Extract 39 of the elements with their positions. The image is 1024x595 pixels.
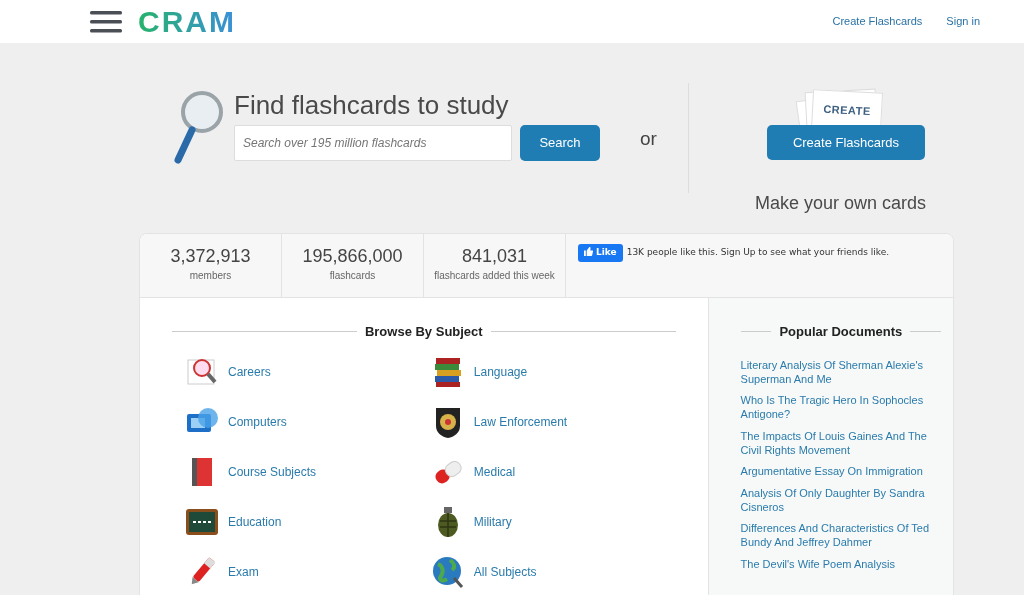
stat-label: members xyxy=(188,268,233,283)
search-field[interactable]: Search over 195 million flashcards xyxy=(234,125,512,162)
sign-up-link[interactable]: Sign Up xyxy=(720,247,756,257)
nav-link[interactable]: Sign in xyxy=(946,13,980,30)
subject-link[interactable]: Computers xyxy=(228,412,287,431)
subject-link[interactable]: Language xyxy=(473,362,528,381)
subject-link[interactable]: Medical xyxy=(473,462,516,481)
subject-link[interactable]: Military xyxy=(473,512,512,531)
document-link[interactable]: The Impacts Of Louis Gaines And The Civil Rights Movement xyxy=(740,428,941,458)
subject-link[interactable]: Exam xyxy=(228,562,259,581)
document-link[interactable]: Argumentative Essay On Immigration xyxy=(740,464,941,479)
document-link[interactable]: Differences And Characteristics Of Ted Bundy And Jeffrey Dahmer xyxy=(740,521,941,550)
stat-label: flashcards added this week xyxy=(433,268,556,283)
stat-value: 195,866,000 xyxy=(301,246,404,268)
section-title: Browse By Subject xyxy=(364,323,483,341)
search-button[interactable]: Search xyxy=(520,125,600,162)
like-count-text: 13K people like this. Sign Up to see what your friends like. xyxy=(626,246,890,259)
document-link[interactable]: Literary Analysis Of Sherman Alexie's Superman And Me xyxy=(740,357,941,387)
menu-icon[interactable] xyxy=(90,9,122,34)
create-flashcards-button[interactable]: Create Flashcards xyxy=(767,125,925,160)
magnifier-icon xyxy=(172,90,224,166)
stat-label: flashcards xyxy=(328,268,377,283)
subject-link[interactable]: All Subjects xyxy=(473,562,537,581)
section-title: Popular Documents xyxy=(779,323,903,341)
stat-value: 841,031 xyxy=(460,246,529,268)
stat-value: 3,372,913 xyxy=(169,246,252,268)
document-link[interactable]: The Devil's Wife Poem Analysis xyxy=(740,556,941,572)
tagline: Make your own cards xyxy=(755,192,928,215)
document-link[interactable]: Analysis Of Only Daughter By Sandra Cisneros xyxy=(740,485,941,515)
subject-link[interactable]: Education xyxy=(228,512,282,531)
document-link[interactable]: Who Is The Tragic Hero In Sophocles Antigone? xyxy=(740,393,941,422)
subject-link[interactable]: Law Enforcement xyxy=(473,412,568,431)
like-button[interactable]: Like xyxy=(578,244,623,262)
nav-link[interactable]: Create Flashcards xyxy=(832,13,923,30)
hero-title: Find flashcards to study xyxy=(234,90,510,122)
subject-link[interactable]: Course Subjects xyxy=(228,462,317,481)
thumbs-up-icon xyxy=(584,247,593,256)
subject-link[interactable]: Careers xyxy=(228,362,271,381)
or-text: or xyxy=(640,127,658,151)
